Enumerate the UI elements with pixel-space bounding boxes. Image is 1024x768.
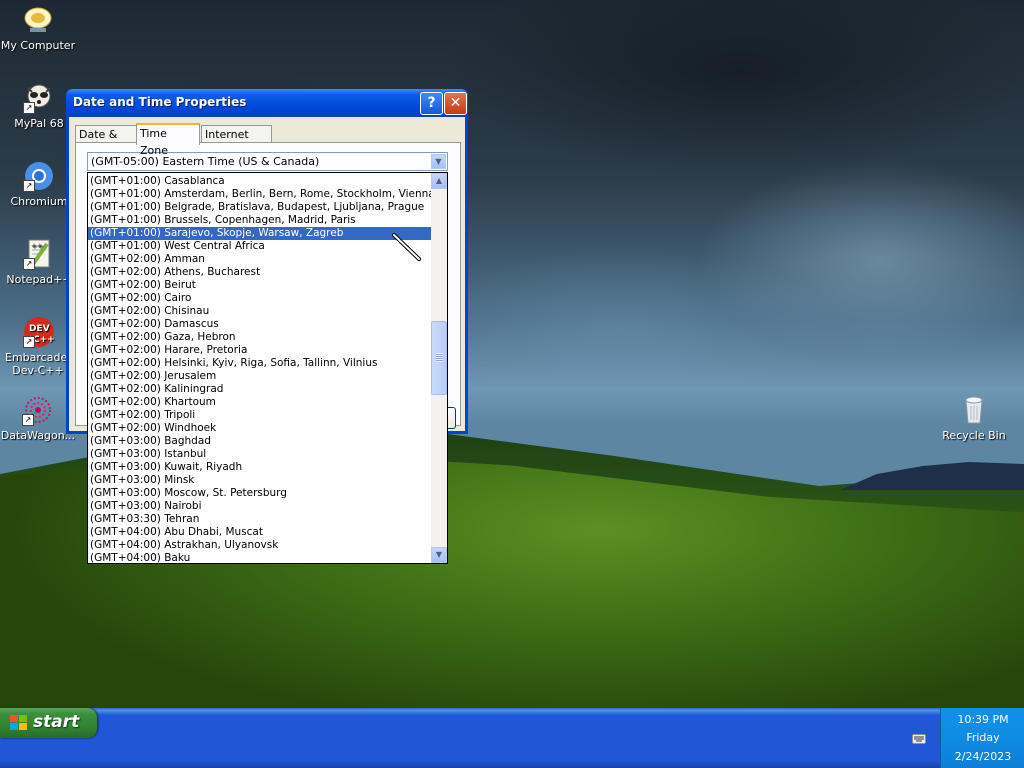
timezone-option[interactable]: (GMT+02:00) Windhoek (88, 422, 432, 435)
timezone-select-value: (GMT-05:00) Eastern Time (US & Canada) (91, 155, 320, 168)
chevron-down-icon[interactable]: ▼ (431, 154, 446, 169)
close-button[interactable]: ✕ (444, 92, 467, 115)
timezone-option[interactable]: (GMT+01:00) Sarajevo, Skopje, Warsaw, Za… (88, 227, 432, 240)
timezone-option[interactable]: (GMT+01:00) Belgrade, Bratislava, Budape… (88, 201, 432, 214)
scrollbar-thumb[interactable] (431, 321, 447, 395)
desktop-icon-label: Embarcadero Dev-C++ (5, 351, 79, 377)
timezone-option[interactable]: (GMT+02:00) Beirut (88, 279, 432, 292)
timezone-option[interactable]: (GMT+03:00) Istanbul (88, 448, 432, 461)
desktop-icon-label: Recycle Bin (942, 429, 1006, 442)
dialog-title: Date and Time Properties (73, 95, 247, 109)
svg-text:C++: C++ (33, 335, 55, 345)
timezone-option[interactable]: (GMT+02:00) Chisinau (88, 305, 432, 318)
timezone-dropdown-list[interactable]: (GMT+01:00) Casablanca (GMT+01:00) Amster… (87, 172, 448, 564)
timezone-option[interactable]: (GMT+02:00) Gaza, Hebron (88, 331, 432, 344)
clock-day[interactable]: Friday (941, 731, 1024, 744)
timezone-option[interactable]: (GMT+01:00) West Central Africa (88, 240, 432, 253)
scroll-up-icon[interactable]: ▲ (431, 173, 447, 189)
timezone-option[interactable]: (GMT+02:00) Khartoum (88, 396, 432, 409)
desktop-icon-label: DataWagon... (0, 429, 76, 442)
timezone-option[interactable]: (GMT+03:00) Baghdad (88, 435, 432, 448)
timezone-option[interactable]: (GMT+01:00) Casablanca (88, 175, 432, 188)
tab-time-zone[interactable]: Time Zone (136, 123, 200, 157)
tab-internet-time[interactable]: Internet Time (201, 125, 272, 158)
desktop-icon-label: My Computer (0, 39, 76, 52)
timezone-option[interactable]: (GMT+01:00) Amsterdam, Berlin, Bern, Rom… (88, 188, 432, 201)
notepad-plus-plus-icon: ++ ↗ (23, 238, 55, 270)
timezone-option[interactable]: (GMT+02:00) Kaliningrad (88, 383, 432, 396)
svg-text:++: ++ (31, 242, 43, 250)
timezone-option[interactable]: (GMT+01:00) Brussels, Copenhagen, Madrid… (88, 214, 432, 227)
timezone-option[interactable]: (GMT+02:00) Tripoli (88, 409, 432, 422)
timezone-option[interactable]: (GMT+02:00) Amman (88, 253, 432, 266)
tab-date-time[interactable]: Date & Time (75, 125, 139, 158)
devcpp-icon: DEV C++ ↗ (23, 316, 55, 348)
windows-logo-icon (10, 715, 27, 730)
system-tray: 10:39 PM Friday 2/24/2023 (940, 708, 1024, 768)
timezone-option[interactable]: (GMT+02:00) Harare, Pretoria (88, 344, 432, 357)
chromium-icon: ↗ (23, 160, 55, 192)
clock-date[interactable]: 2/24/2023 (941, 750, 1024, 763)
grip-icon (436, 353, 443, 362)
wallpaper-mountain (840, 462, 1024, 490)
start-label: start (33, 712, 80, 732)
timezone-option[interactable]: (GMT+03:00) Moscow, St. Petersburg (88, 487, 432, 500)
timezone-option[interactable]: (GMT+02:00) Damascus (88, 318, 432, 331)
recycle-bin-icon (958, 394, 990, 426)
taskbar: start 10:39 PM Friday 2/24/2023 (0, 708, 1024, 768)
timezone-option[interactable]: (GMT+03:00) Minsk (88, 474, 432, 487)
computer-icon (22, 4, 54, 36)
scroll-down-icon[interactable]: ▼ (431, 547, 447, 563)
timezone-option[interactable]: (GMT+02:00) Cairo (88, 292, 432, 305)
mouse-cursor-icon (392, 233, 421, 261)
clock-time[interactable]: 10:39 PM (941, 713, 1024, 726)
start-button[interactable]: start (0, 708, 97, 738)
help-button[interactable]: ? (420, 92, 443, 115)
timezone-option[interactable]: (GMT+03:00) Nairobi (88, 500, 432, 513)
desktop-icon-datawagon[interactable]: ↗ DataWagon... (0, 394, 76, 442)
timezone-option[interactable]: (GMT+04:00) Abu Dhabi, Muscat (88, 526, 432, 539)
timezone-option[interactable]: (GMT+04:00) Baku (88, 552, 432, 563)
desktop-icon-my-computer[interactable]: My Computer (0, 4, 76, 52)
timezone-option[interactable]: (GMT+03:00) Kuwait, Riyadh (88, 461, 432, 474)
datawagon-icon: ↗ (22, 394, 54, 426)
timezone-option[interactable]: (GMT+02:00) Helsinki, Kyiv, Riga, Sofia,… (88, 357, 432, 370)
dropdown-scrollbar[interactable]: ▲ ▼ (431, 173, 447, 563)
desktop-icon-recycle-bin[interactable]: Recycle Bin (936, 394, 1012, 442)
mypal-raccoon-icon: ↗ (23, 82, 55, 114)
keyboard-icon[interactable] (912, 734, 926, 744)
timezone-option[interactable]: (GMT+03:30) Tehran (88, 513, 432, 526)
timezone-option[interactable]: (GMT+04:00) Astrakhan, Ulyanovsk (88, 539, 432, 552)
svg-text:DEV: DEV (29, 324, 50, 334)
timezone-list-items: (GMT+01:00) Casablanca (GMT+01:00) Amster… (88, 175, 432, 563)
timezone-option[interactable]: (GMT+02:00) Jerusalem (88, 370, 432, 383)
timezone-option[interactable]: (GMT+02:00) Athens, Bucharest (88, 266, 432, 279)
dialog-titlebar[interactable]: Date and Time Properties ? ✕ (66, 89, 468, 117)
